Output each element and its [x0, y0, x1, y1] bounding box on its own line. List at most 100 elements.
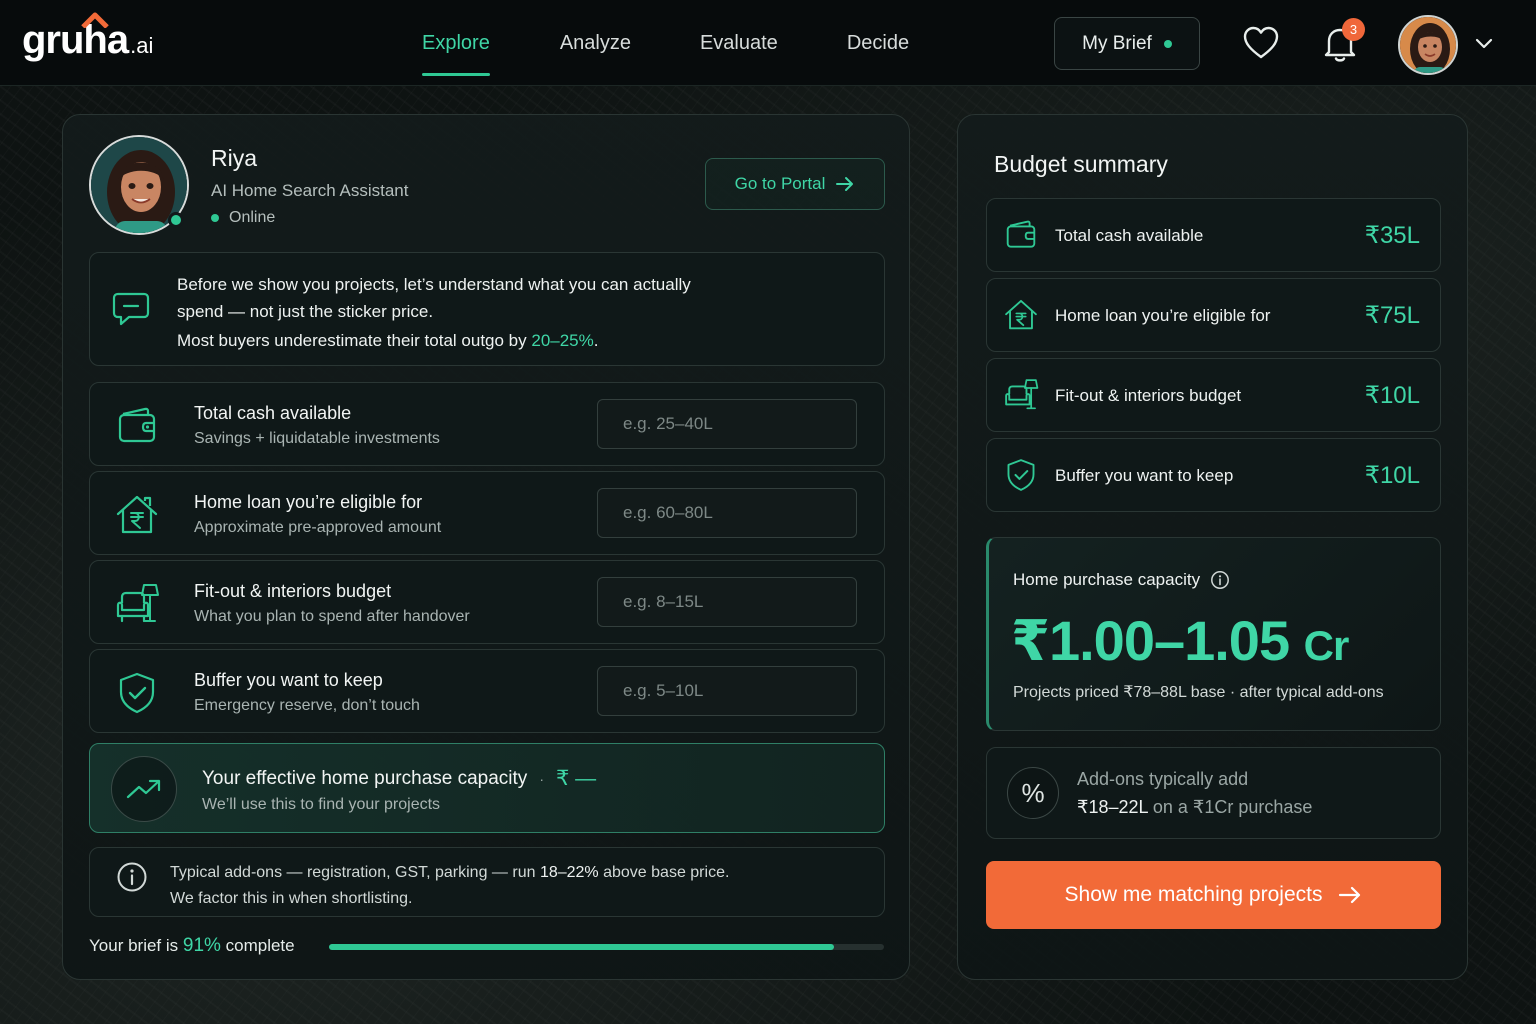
field-hint: Approximate pre-approved amount [194, 519, 442, 536]
add-ons-line-2-text: on a ₹1Cr purchase [1147, 797, 1313, 817]
info-icon[interactable] [1210, 570, 1230, 590]
budget-summary-panel: Budget summary Total cash available ₹35L… [957, 114, 1468, 980]
chat-bubble-icon [112, 292, 150, 326]
tab-evaluate[interactable]: Evaluate [700, 0, 778, 86]
hpc-value: ₹1.00–1.05 Cr [1011, 608, 1350, 674]
intro-message: Before we show you projects, let’s under… [89, 252, 885, 366]
field-hint: What you plan to spend after handover [194, 608, 470, 625]
brand-suffix: .ai [130, 33, 154, 58]
summary-label: Fit-out & interiors budget [1055, 386, 1242, 405]
brand-logo[interactable]: gruha .ai [22, 12, 154, 68]
home-purchase-capacity-card: Home purchase capacity ₹1.00–1.05 Cr Pro… [986, 537, 1441, 731]
chevron-down-icon[interactable] [1472, 34, 1496, 54]
progress-fill [329, 944, 835, 950]
note-text: Typical add-ons — registration, GST, par… [170, 860, 729, 912]
note-line-1-text: Typical add-ons — registration, GST, par… [170, 864, 540, 881]
progress-percent: 91% [182, 935, 221, 956]
roof-icon [81, 12, 109, 28]
armchair-lamp-icon [1005, 379, 1039, 410]
field-label: Buffer you want to keep [194, 670, 383, 690]
go-to-portal-button[interactable]: Go to Portal [705, 158, 885, 210]
wallet-icon [118, 407, 156, 443]
armchair-lamp-icon [116, 584, 159, 623]
summary-row-total-cash: Total cash available ₹35L [986, 198, 1441, 272]
total-cash-input[interactable] [597, 399, 857, 449]
assistant-status: Online [211, 209, 275, 227]
add-ons-amount: ₹18–22L [1077, 797, 1148, 817]
assistant-status-label: Online [229, 209, 276, 226]
tab-analyze[interactable]: Analyze [560, 0, 631, 86]
arrow-right-icon [1339, 886, 1361, 904]
wallet-icon [1006, 220, 1036, 248]
note-line-2: We factor this in when shortlisting. [170, 890, 413, 907]
capacity-title: Your effective home purchase capacity [202, 767, 528, 789]
shield-check-icon [119, 672, 155, 714]
intro-line-3-text: Most buyers underestimate their total ou… [177, 331, 532, 350]
my-brief-label: My Brief [1082, 32, 1152, 54]
field-label: Total cash available [194, 403, 352, 423]
progress-suffix: complete [220, 936, 295, 955]
intro-line-3: Most buyers underestimate their total ou… [177, 327, 867, 354]
capacity-separator: · [539, 770, 544, 787]
portal-button-label: Go to Portal [734, 174, 826, 193]
capacity-title-row: Your effective home purchase capacity · … [202, 766, 596, 791]
intro-text: Before we show you projects, let’s under… [177, 271, 867, 354]
nav-tabs: Explore Analyze Evaluate Decide [400, 0, 909, 86]
note-line-1-end: above base price. [598, 864, 730, 881]
heart-icon[interactable] [1242, 24, 1280, 62]
summary-value: ₹10L [1364, 382, 1420, 409]
capacity-value: ₹ — [555, 767, 597, 790]
hpc-amount: ₹1.00–1.05 [1011, 609, 1290, 672]
summary-label: Buffer you want to keep [1055, 466, 1234, 485]
progress-prefix: Your brief is [89, 936, 183, 955]
summary-label: Total cash available [1055, 226, 1204, 245]
trending-up-icon [126, 779, 161, 799]
assistant-role: AI Home Search Assistant [211, 181, 409, 200]
field-hint: Emergency reserve, don’t touch [194, 697, 420, 714]
intro-line-3-end: . [593, 331, 599, 350]
field-total-cash: Total cash available Savings + liquidata… [89, 382, 885, 466]
note-line-1: Typical add-ons — registration, GST, par… [170, 860, 729, 886]
brief-progress-label: Your brief is 91% complete [89, 935, 295, 957]
hpc-title: Home purchase capacity [1013, 570, 1201, 589]
hpc-subtitle: Projects priced ₹78–88L base · after typ… [1013, 684, 1384, 701]
summary-value: ₹75L [1364, 302, 1420, 329]
add-ons-note: Typical add-ons — registration, GST, par… [89, 847, 885, 917]
trend-icon-circle [111, 756, 177, 822]
intro-line-1: Before we show you projects, let’s under… [177, 275, 691, 294]
show-matching-projects-button[interactable]: Show me matching projects [986, 861, 1441, 929]
field-hint: Savings + liquidatable investments [194, 430, 440, 447]
arrow-right-icon [836, 177, 854, 191]
buffer-input[interactable] [597, 666, 857, 716]
hpc-title-row: Home purchase capacity [1013, 570, 1230, 590]
tab-explore[interactable]: Explore [422, 0, 490, 86]
hpc-unit: Cr [1303, 622, 1350, 669]
user-avatar[interactable] [1398, 15, 1458, 75]
top-nav: gruha .ai Explore Analyze Evaluate Decid… [0, 0, 1536, 86]
home-loan-input[interactable] [597, 488, 857, 538]
add-ons-line-2: ₹18–22L on a ₹1Cr purchase [1077, 797, 1312, 818]
capacity-subtitle: We’ll use this to find your projects [202, 796, 441, 813]
budget-summary-title: Budget summary [994, 151, 1168, 177]
summary-row-fitout: Fit-out & interiors budget ₹10L [986, 358, 1441, 432]
add-ons-percent: 18–22% [539, 864, 599, 881]
field-label: Home loan you’re eligible for [194, 492, 423, 512]
info-icon [117, 862, 147, 892]
fitout-input[interactable] [597, 577, 857, 627]
summary-label: Home loan you’re eligible for [1055, 306, 1271, 325]
house-rupee-icon [116, 495, 158, 534]
notification-badge: 3 [1342, 18, 1365, 41]
percent-icon: % [1007, 767, 1059, 819]
summary-row-buffer: Buffer you want to keep ₹10L [986, 438, 1441, 512]
my-brief-button[interactable]: My Brief [1054, 17, 1200, 70]
add-ons-line-1: Add-ons typically add [1077, 769, 1249, 789]
effective-capacity-card: Your effective home purchase capacity · … [89, 743, 885, 833]
shield-check-icon [1007, 459, 1035, 491]
brief-progress-bar [329, 944, 884, 950]
field-label: Fit-out & interiors budget [194, 581, 392, 601]
field-home-loan: Home loan you’re eligible for Approximat… [89, 471, 885, 555]
cta-label: Show me matching projects [1064, 883, 1323, 906]
tab-decide[interactable]: Decide [847, 0, 909, 86]
status-dot [211, 214, 219, 222]
online-indicator [168, 212, 184, 228]
